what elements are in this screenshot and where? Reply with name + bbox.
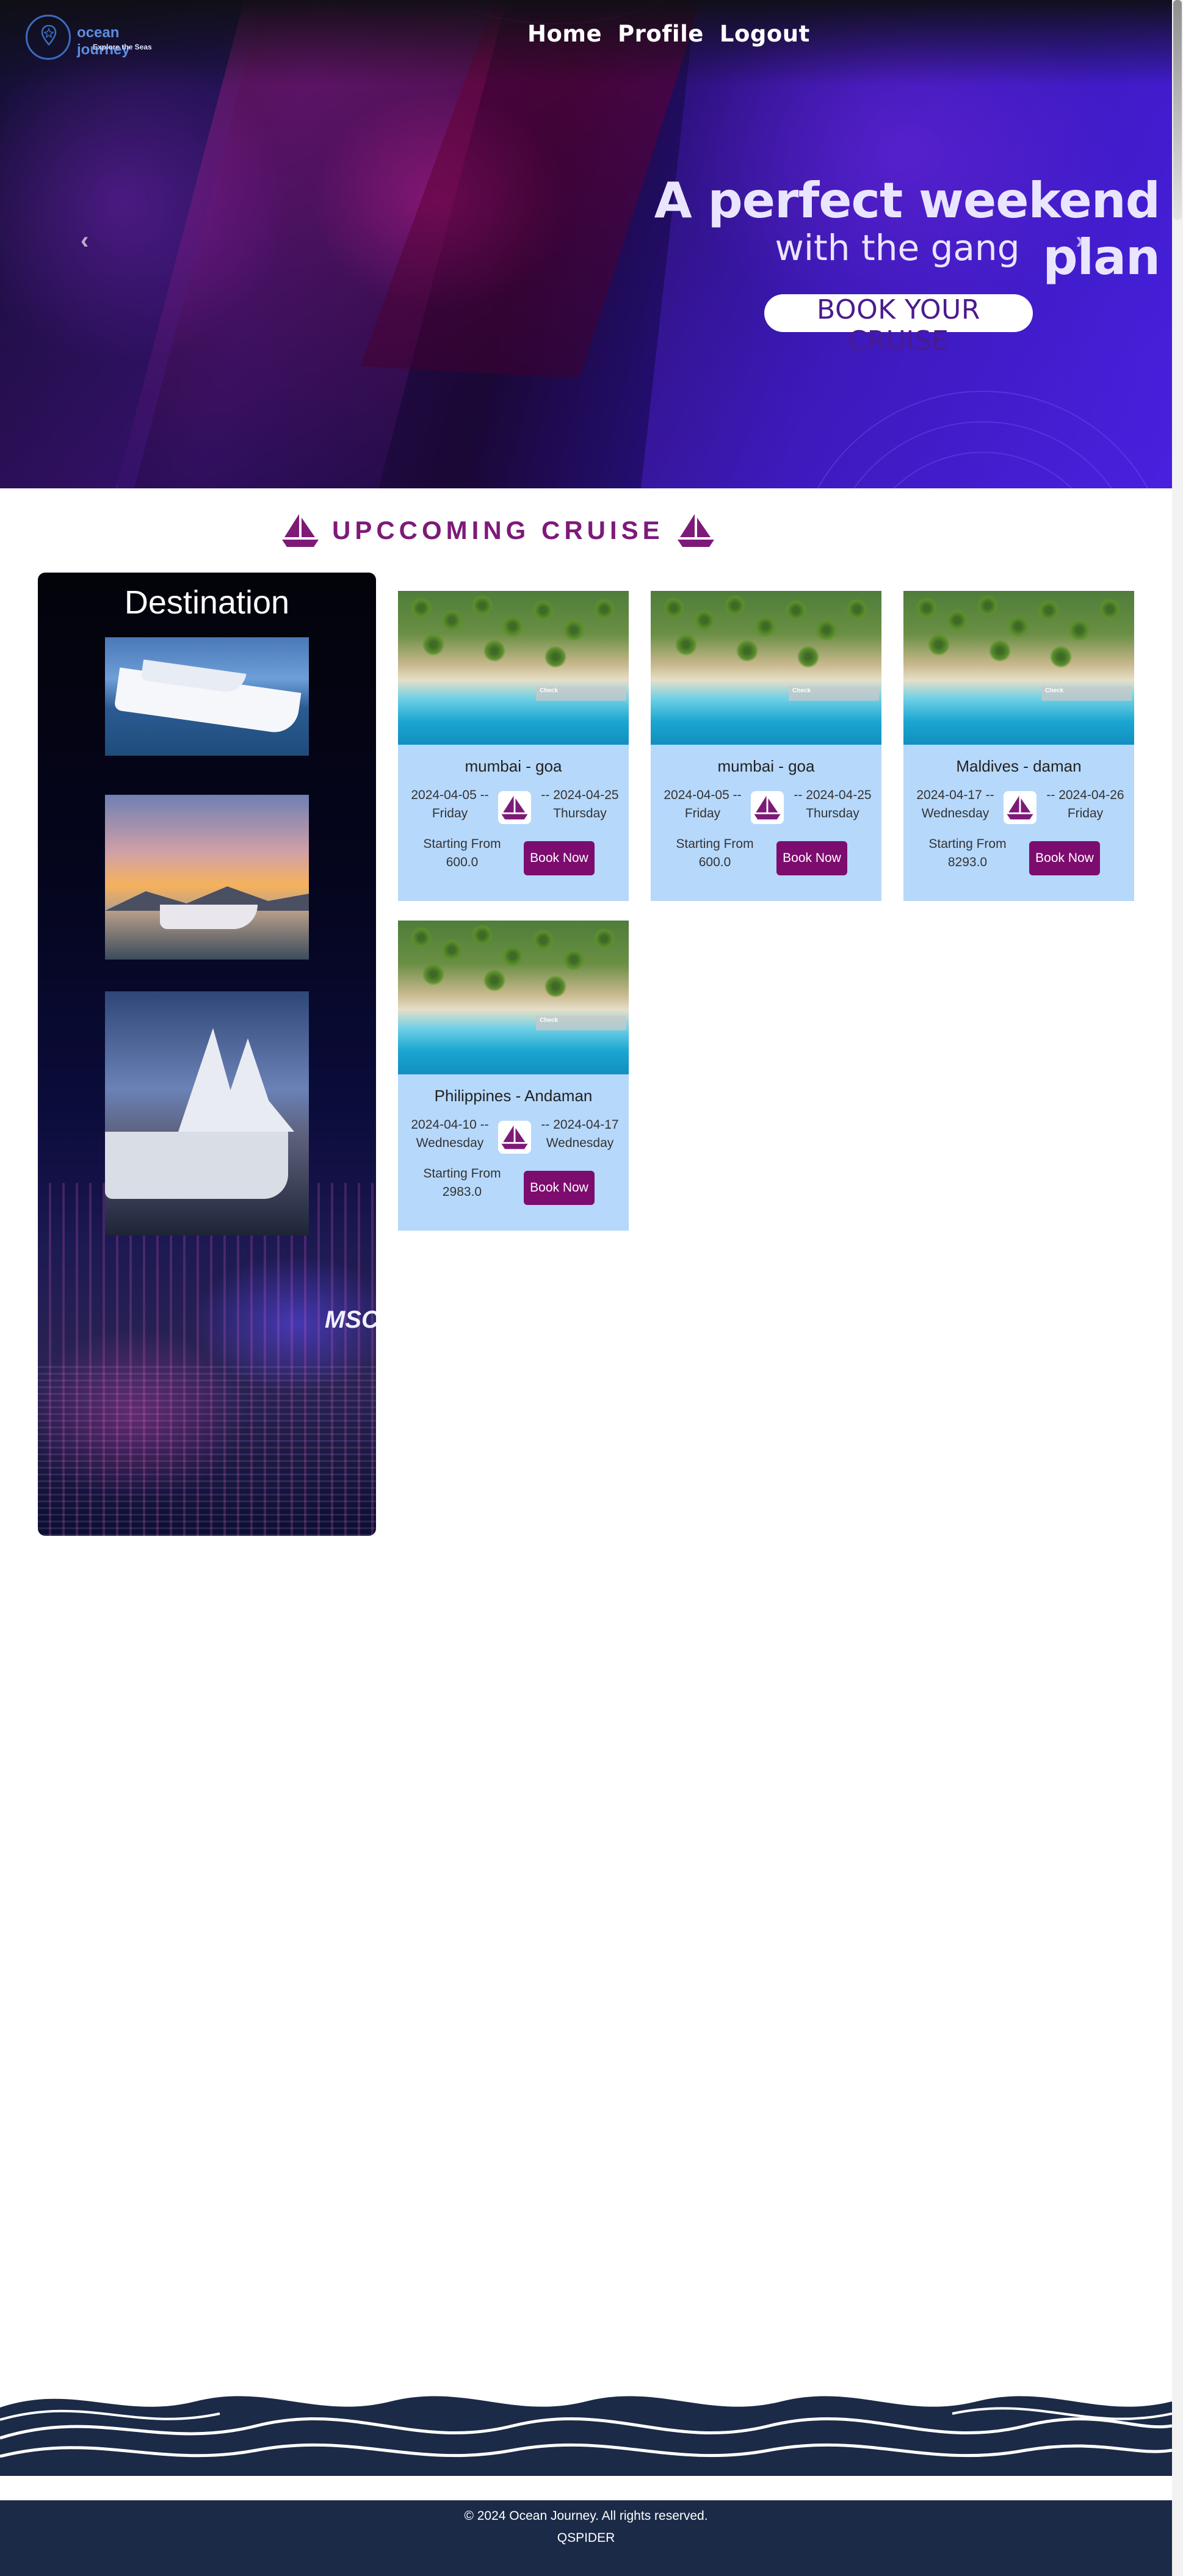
cruise-route: Maldives - daman <box>956 757 1082 775</box>
sailboat-icon <box>498 791 531 824</box>
start-day: Wednesday <box>416 1136 484 1150</box>
book-now-button[interactable]: Book Now <box>776 841 847 875</box>
footer-waves <box>0 2396 1172 2476</box>
start-day: Friday <box>684 806 721 820</box>
start-date: 2024-04-05 -- <box>664 788 742 802</box>
book-cruise-button[interactable]: BOOK YOUR CRUISE <box>764 294 1033 356</box>
end-day: Thursday <box>553 806 607 820</box>
price-value: 8293.0 <box>947 855 988 869</box>
beach-image: Check <box>398 591 629 745</box>
destination-title: Destination <box>124 584 290 621</box>
nav-home-link[interactable]: Home <box>527 21 602 47</box>
cruise-price: Starting From 600.0 <box>422 835 502 872</box>
beach-image: Check <box>651 591 881 745</box>
cruise-end: -- 2024-04-26 Friday <box>1043 786 1128 823</box>
price-value: 600.0 <box>698 855 731 869</box>
end-day: Thursday <box>806 806 859 820</box>
destination-image-ship[interactable] <box>105 637 309 756</box>
chevron-left-icon[interactable]: ‹ <box>81 227 89 255</box>
brand-logo[interactable]: ocean journey Explore the Seas <box>26 15 166 61</box>
cruise-start: 2024-04-10 -- Wednesday <box>410 1116 490 1152</box>
footer: © 2024 Ocean Journey. All rights reserve… <box>0 2500 1172 2576</box>
compass-pin-icon <box>26 15 71 60</box>
end-date: -- 2024-04-25 <box>541 788 619 802</box>
cruise-price: Starting From 600.0 <box>675 835 754 872</box>
cruise-card: Check Maldives - daman 2024-04-17 -- Wed… <box>903 591 1134 901</box>
cruise-start: 2024-04-17 -- Wednesday <box>916 786 995 823</box>
price-label: Starting From <box>928 837 1007 851</box>
cruise-start: 2024-04-05 -- Friday <box>410 786 490 823</box>
price-label: Starting From <box>423 837 501 851</box>
brand-tagline: Explore the Seas <box>93 43 152 51</box>
cruise-end: -- 2024-04-25 Thursday <box>790 786 875 823</box>
start-date: 2024-04-10 -- <box>411 1118 489 1132</box>
nav-logout-link[interactable]: Logout <box>720 21 810 47</box>
harbour-water <box>38 1366 376 1536</box>
end-date: -- 2024-04-17 <box>541 1118 619 1132</box>
cruise-start: 2024-04-05 -- Friday <box>663 786 742 823</box>
destination-image-opera-house[interactable] <box>105 991 309 1236</box>
cruise-price: Starting From 2983.0 <box>422 1165 502 1201</box>
book-now-button[interactable]: Book Now <box>524 841 595 875</box>
msc-sign: MSC <box>325 1306 376 1333</box>
footer-copyright: © 2024 Ocean Journey. All rights reserve… <box>464 2509 708 2523</box>
start-date: 2024-04-05 -- <box>411 788 489 802</box>
brand-name: ocean journey <box>77 24 130 58</box>
cruise-card: Check Philippines - Andaman 2024-04-10 -… <box>398 921 629 1231</box>
hero-banner: ocean journey Explore the Seas Home Prof… <box>0 0 1172 488</box>
book-now-button[interactable]: Book Now <box>1029 841 1100 875</box>
sailboat-icon <box>282 514 319 547</box>
price-label: Starting From <box>676 837 754 851</box>
sailboat-icon <box>1004 791 1036 824</box>
cruise-end: -- 2024-04-17 Wednesday <box>537 1116 623 1152</box>
page-scrollbar[interactable] <box>1172 0 1183 2576</box>
price-value: 600.0 <box>446 855 479 869</box>
sailboat-icon <box>677 514 714 547</box>
beach-image: Check <box>398 921 629 1074</box>
sailboat-icon <box>751 791 784 824</box>
beach-image: Check <box>903 591 1134 745</box>
end-day: Friday <box>1067 806 1104 820</box>
destination-image-sunset[interactable] <box>105 795 309 960</box>
cruise-end: -- 2024-04-25 Thursday <box>537 786 623 823</box>
sailboat-icon <box>498 1121 531 1154</box>
cruise-route: Philippines - Andaman <box>434 1087 593 1105</box>
cruise-route: mumbai - goa <box>465 757 562 775</box>
price-label: Starting From <box>423 1167 501 1181</box>
cruise-card: Check mumbai - goa 2024-04-05 -- Friday … <box>398 591 629 901</box>
cruise-card: Check mumbai - goa 2024-04-05 -- Friday … <box>651 591 881 901</box>
nav-profile-link[interactable]: Profile <box>618 21 704 47</box>
start-day: Friday <box>432 806 468 820</box>
main-nav: Home Profile Logout <box>527 21 810 47</box>
start-date: 2024-04-17 -- <box>916 788 994 802</box>
price-value: 2983.0 <box>442 1185 482 1199</box>
footer-brand: QSPIDER <box>557 2531 615 2545</box>
cruise-route: mumbai - goa <box>717 757 815 775</box>
section-heading: UPCCOMING CRUISE <box>281 512 715 549</box>
destination-panel: MSC Destination <box>38 573 376 1536</box>
hero-subtitle: with the gang <box>775 227 1020 269</box>
end-day: Wednesday <box>546 1136 614 1150</box>
end-date: -- 2024-04-26 <box>1046 788 1124 802</box>
scrollbar-thumb[interactable] <box>1173 0 1182 220</box>
section-title: UPCCOMING CRUISE <box>332 516 664 545</box>
book-now-button[interactable]: Book Now <box>524 1171 595 1205</box>
cruise-price: Starting From 8293.0 <box>928 835 1007 872</box>
start-day: Wednesday <box>921 806 989 820</box>
end-date: -- 2024-04-25 <box>794 788 872 802</box>
